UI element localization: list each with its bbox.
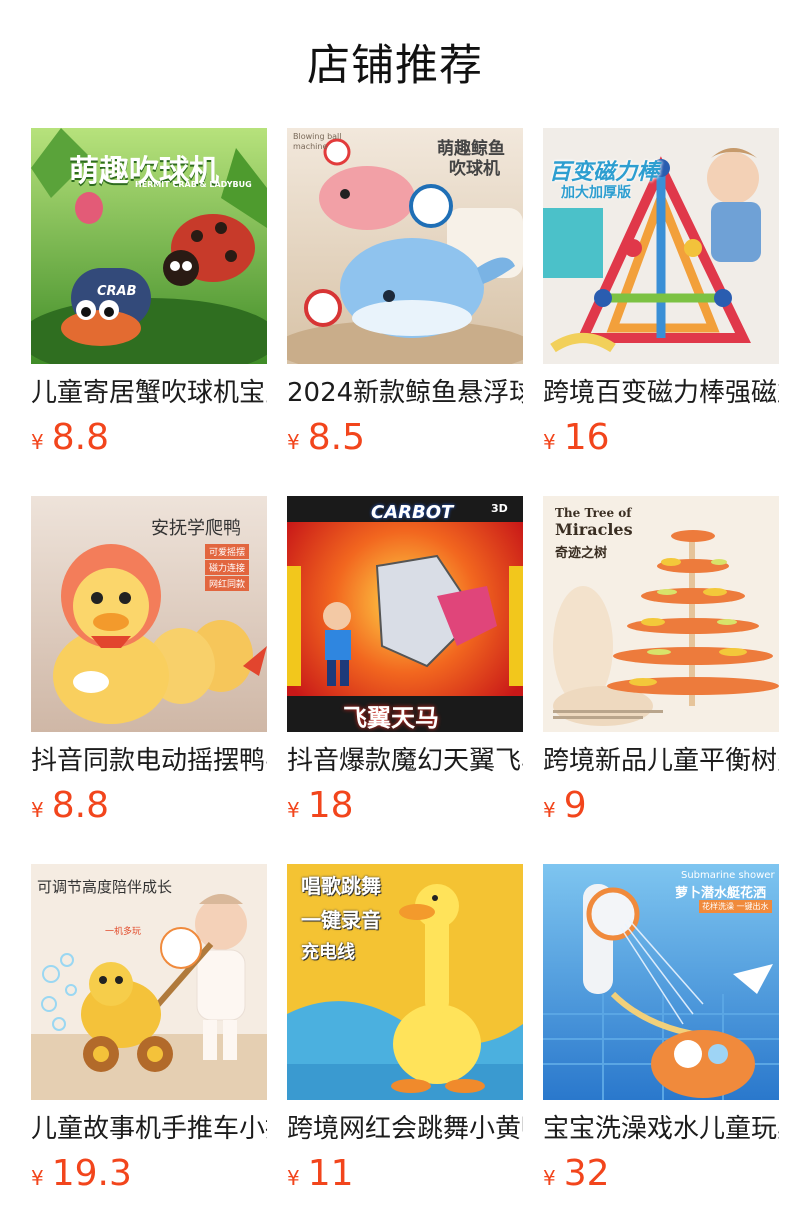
product-card[interactable]: 唱歌跳舞 一键录音 充电线 跨境网红会跳舞小黄鸭 ¥11 <box>287 864 523 1232</box>
price-amount: 8.5 <box>307 417 365 458</box>
price-amount: 16 <box>563 417 610 458</box>
product-price: ¥18 <box>287 786 354 826</box>
product-name[interactable]: 2024新款鲸鱼悬浮球吹球机 <box>287 376 523 410</box>
product-image[interactable]: The Tree of Miracles 奇迹之树 <box>543 496 779 732</box>
price-amount: 32 <box>563 1153 610 1194</box>
product-image[interactable]: Blowing ball machine 萌趣鲸鱼 吹球机 <box>287 128 523 364</box>
product-image-subtext: 加大加厚版 <box>561 185 631 201</box>
product-image[interactable]: 可调节高度陪伴成长 一机多玩 <box>31 864 267 1100</box>
product-image-bubble: 一机多玩 <box>105 927 142 937</box>
product-price: ¥8.8 <box>31 786 109 826</box>
currency-symbol: ¥ <box>543 1166 556 1190</box>
product-card[interactable]: 百变磁力棒 加大加厚版 跨境百变磁力棒强磁益智 ¥16 <box>543 128 779 496</box>
product-price: ¥8.5 <box>287 418 365 458</box>
product-price: ¥11 <box>287 1154 354 1194</box>
product-image[interactable]: CARBOT 3D 飞翼天马 <box>287 496 523 732</box>
currency-symbol: ¥ <box>287 798 300 822</box>
product-card[interactable]: The Tree of Miracles 奇迹之树 跨境新品儿童平衡树叠叠乐 ¥… <box>543 496 779 864</box>
product-price: ¥32 <box>543 1154 610 1194</box>
product-name[interactable]: 跨境百变磁力棒强磁益智 <box>543 376 779 410</box>
price-amount: 8.8 <box>51 785 109 826</box>
product-image[interactable]: Submarine shower 萝卜潜水艇花洒 花样洗澡 一键出水 <box>543 864 779 1100</box>
product-name[interactable]: 抖音同款电动摇摆鸭学爬 <box>31 744 267 778</box>
page-title: 店铺推荐 <box>307 41 483 91</box>
product-image[interactable]: 唱歌跳舞 一键录音 充电线 <box>287 864 523 1100</box>
product-card[interactable]: Blowing ball machine 萌趣鲸鱼 吹球机 2024新款鲸鱼悬浮… <box>287 128 523 496</box>
currency-symbol: ¥ <box>543 798 556 822</box>
price-amount: 11 <box>307 1153 354 1194</box>
product-card[interactable]: CARBOT 3D 飞翼天马 抖音爆款魔幻天翼飞马变形 ¥18 <box>287 496 523 864</box>
product-image-headline: 安抚学爬鸭 <box>151 518 241 539</box>
product-image-subtext: 花样洗澡 一键出水 <box>699 900 772 913</box>
product-image-logo: CARBOT <box>371 502 454 523</box>
price-amount: 18 <box>307 785 354 826</box>
product-image-english: Submarine shower <box>681 870 775 881</box>
product-image-corner: Blowing ball machine <box>293 132 342 151</box>
product-price: ¥16 <box>543 418 610 458</box>
price-amount: 8.8 <box>51 417 109 458</box>
product-image-headline-2: Miracles <box>555 520 633 539</box>
currency-symbol: ¥ <box>543 430 556 454</box>
product-grid: 萌趣吹球机 HERMIT CRAB & LADYBUG CRAB 儿童寄居蟹吹球… <box>31 128 779 1232</box>
product-card[interactable]: 萌趣吹球机 HERMIT CRAB & LADYBUG CRAB 儿童寄居蟹吹球… <box>31 128 267 496</box>
currency-symbol: ¥ <box>31 430 44 454</box>
product-name[interactable]: 跨境新品儿童平衡树叠叠乐 <box>543 744 779 778</box>
product-image-badge: 3D <box>491 502 508 515</box>
product-image-line-3: 充电线 <box>301 942 355 963</box>
product-image-tag: 可爱摇摆 <box>205 544 250 559</box>
product-price: ¥19.3 <box>31 1154 132 1194</box>
product-image[interactable]: 安抚学爬鸭 可爱摇摆 磁力连接 网红同款 <box>31 496 267 732</box>
product-price: ¥8.8 <box>31 418 109 458</box>
currency-symbol: ¥ <box>31 1166 44 1190</box>
product-image-headline-2: 吹球机 <box>449 159 500 179</box>
product-image-tag: 磁力连接 <box>205 560 250 575</box>
product-image-subtext: HERMIT CRAB & LADYBUG <box>135 180 252 189</box>
product-name[interactable]: 儿童故事机手推车小推车 <box>31 1112 267 1146</box>
product-image-subtext: 奇迹之树 <box>555 546 608 561</box>
price-amount: 19.3 <box>51 1153 132 1194</box>
product-image-line-2: 一键录音 <box>301 908 381 932</box>
product-price: ¥9 <box>543 786 587 826</box>
product-card[interactable]: Submarine shower 萝卜潜水艇花洒 花样洗澡 一键出水 宝宝洗澡戏… <box>543 864 779 1232</box>
product-image[interactable]: 百变磁力棒 加大加厚版 <box>543 128 779 364</box>
product-image-headline: 萝卜潜水艇花洒 <box>675 886 767 901</box>
product-name[interactable]: 宝宝洗澡戏水儿童玩具 <box>543 1112 779 1146</box>
product-image-tag: 网红同款 <box>205 576 250 591</box>
product-image-line-1: 唱歌跳舞 <box>301 874 381 898</box>
price-amount: 9 <box>563 785 587 826</box>
product-name[interactable]: 跨境网红会跳舞小黄鸭 <box>287 1112 523 1146</box>
currency-symbol: ¥ <box>287 430 300 454</box>
product-image[interactable]: 萌趣吹球机 HERMIT CRAB & LADYBUG CRAB <box>31 128 267 364</box>
product-name[interactable]: 抖音爆款魔幻天翼飞马变形 <box>287 744 523 778</box>
product-image-headline: The Tree of <box>555 506 632 520</box>
currency-symbol: ¥ <box>31 798 44 822</box>
product-image-tag: CRAB <box>97 284 137 299</box>
currency-symbol: ¥ <box>287 1166 300 1190</box>
product-name[interactable]: 儿童寄居蟹吹球机宝宝 <box>31 376 267 410</box>
product-image-headline: 飞翼天马 <box>343 704 439 732</box>
product-card[interactable]: 可调节高度陪伴成长 一机多玩 儿童故事机手推车小推车 ¥19.3 <box>31 864 267 1232</box>
product-image-headline: 可调节高度陪伴成长 <box>37 878 173 896</box>
product-card[interactable]: 安抚学爬鸭 可爱摇摆 磁力连接 网红同款 抖音同款电动摇摆鸭学爬 ¥8.8 <box>31 496 267 864</box>
